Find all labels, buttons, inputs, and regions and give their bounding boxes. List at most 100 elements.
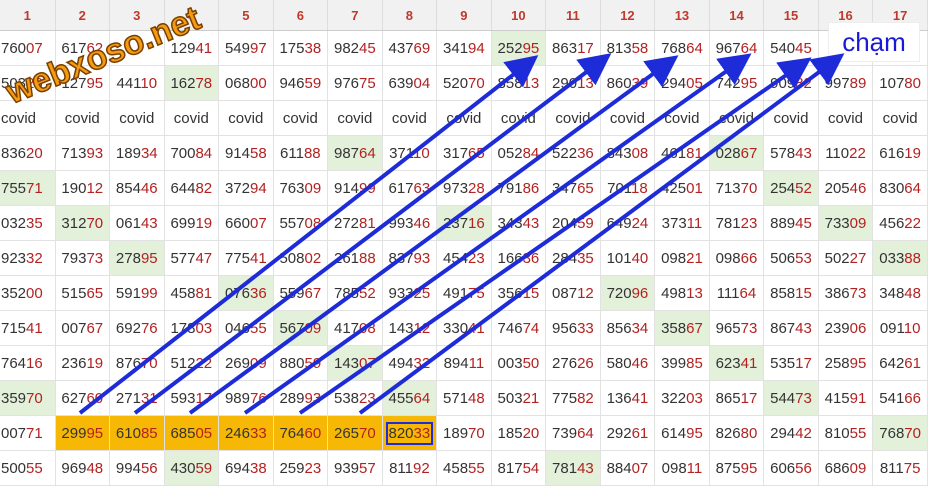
cell-value-tail: 23 (26, 74, 43, 92)
cell-value-head: 701 (607, 179, 632, 197)
cell-value-tail: 58 (631, 39, 649, 57)
cham-label: chạm (828, 22, 920, 62)
cell-value-tail: 86 (522, 179, 540, 197)
cell-value-tail: 53 (795, 249, 812, 267)
result-cell: 16636 (491, 240, 547, 276)
result-cell: 75571 (0, 170, 56, 206)
cell-value-head: 068 (224, 74, 250, 92)
result-cell: 91458 (218, 135, 274, 171)
cell-value-tail: 93 (304, 389, 322, 407)
result-cell: 83620 (0, 135, 56, 171)
cell-value-tail: 88 (359, 249, 376, 267)
cell-value-tail: 99 (359, 179, 376, 197)
result-cell: 61085 (109, 415, 165, 451)
result-cell: 82033 (382, 415, 438, 451)
cell-value-head: 982 (333, 39, 360, 57)
cell-value-tail: 00 (26, 284, 43, 302)
cell-value-tail: 64 (413, 389, 431, 407)
result-cell: 94659 (273, 65, 329, 101)
cell-value-head: 843 (606, 144, 632, 162)
cell-value-tail: 95 (140, 249, 158, 267)
cell-value-head: 258 (824, 354, 850, 372)
cell-value-tail: 45 (359, 39, 376, 57)
cell-value-head: 098 (715, 249, 741, 267)
result-cell: 81358 (600, 30, 656, 66)
cell-value-tail: 59 (195, 459, 213, 477)
result-cell: 04655 (218, 310, 274, 346)
cell-value-tail: 82 (195, 179, 213, 197)
cell-value-tail: 10 (140, 74, 158, 92)
cell-value-tail: 15 (522, 284, 540, 302)
cell-value-head: 456 (879, 214, 905, 232)
result-cell: covid (818, 100, 874, 136)
cell-value-head: 876 (115, 354, 141, 372)
result-cell: 28993 (273, 380, 329, 416)
cell-value-tail: 88 (904, 249, 921, 267)
result-cell: 87670 (109, 345, 165, 381)
cell-value-head: 593 (170, 389, 196, 407)
cell-value-tail: 76 (249, 389, 267, 407)
cell-value-tail: 33 (249, 424, 267, 442)
cell-value-head: 863 (552, 39, 578, 57)
cell-value-head: 993 (388, 214, 414, 232)
cell-value-head: 061 (115, 214, 141, 232)
cell-value-head: 858 (770, 284, 796, 302)
cell-value-head: 494 (388, 354, 414, 372)
cell-value-tail: 84 (195, 144, 213, 162)
cell-value-tail: 67 (86, 319, 104, 337)
cell-value-tail: 40 (631, 249, 649, 267)
result-cell: 82680 (709, 415, 765, 451)
cell-value-head: 299 (61, 424, 87, 442)
cell-value-tail: 73 (740, 319, 758, 337)
table-row: 35970 62760 27131 59317 98976 28993 53823 45564… (0, 380, 928, 416)
result-cell: 74674 (491, 310, 547, 346)
cell-value-tail: 41 (249, 249, 267, 267)
cell-value-tail: 95 (740, 74, 758, 92)
result-cell: 37110 (382, 135, 438, 171)
cell-value-head: 946 (279, 74, 305, 92)
cell-value-tail: 33 (413, 424, 431, 442)
cell-value-tail: 41 (631, 389, 649, 407)
cell-value-head: 373 (661, 214, 687, 232)
cell-value-tail: 81 (686, 144, 703, 162)
cell-value-tail: 52 (795, 179, 812, 197)
result-cell: 98764 (327, 135, 383, 171)
cell-value-head: 278 (115, 249, 141, 267)
cell-value-head: 265 (333, 424, 360, 442)
table-row: 76007 61762 12941 54997 17538 98245 43769 34194… (0, 30, 928, 66)
result-cell: 97675 (327, 65, 383, 101)
cell-value-head: 973 (443, 179, 469, 197)
cell-value-head: 189 (115, 144, 141, 162)
cell-value-tail: 95 (849, 354, 867, 372)
cell-value-head: 909 (770, 74, 796, 92)
result-cell: 50653 (763, 240, 819, 276)
cell-value-head: 143 (388, 319, 414, 337)
cell-value-head: 567 (279, 319, 305, 337)
result-cell: 27626 (545, 345, 601, 381)
result-cell: 64924 (600, 205, 656, 241)
cell-value-tail: 64 (739, 284, 757, 302)
cell-value-head: 178 (170, 319, 196, 337)
result-cell: 00767 (55, 310, 111, 346)
cell-value-head: 875 (715, 459, 741, 477)
result-cell: 14312 (382, 310, 438, 346)
cell-value-head: 205 (824, 179, 850, 197)
result-cell: 50321 (491, 380, 547, 416)
cell-value-tail: 76 (140, 319, 158, 337)
cell-value-tail: 17 (195, 389, 213, 407)
result-cell: 23906 (818, 310, 874, 346)
cell-value-tail: 64 (740, 39, 758, 57)
result-cell: 20546 (818, 170, 874, 206)
cell-value-tail: 54 (522, 459, 540, 477)
cell-value-head: 500 (1, 459, 27, 477)
result-cell: 74295 (709, 65, 765, 101)
cell-value-head: 358 (661, 319, 687, 337)
cell-value-tail: 03 (195, 319, 213, 337)
cell-value-head: 269 (224, 354, 250, 372)
cell-value-head: 052 (497, 144, 523, 162)
result-cell: 49175 (436, 275, 492, 311)
result-cell: 41708 (327, 310, 383, 346)
cell-value-head: 415 (824, 389, 850, 407)
cell-value-head: 204 (552, 214, 578, 232)
result-cell: 14307 (327, 345, 383, 381)
